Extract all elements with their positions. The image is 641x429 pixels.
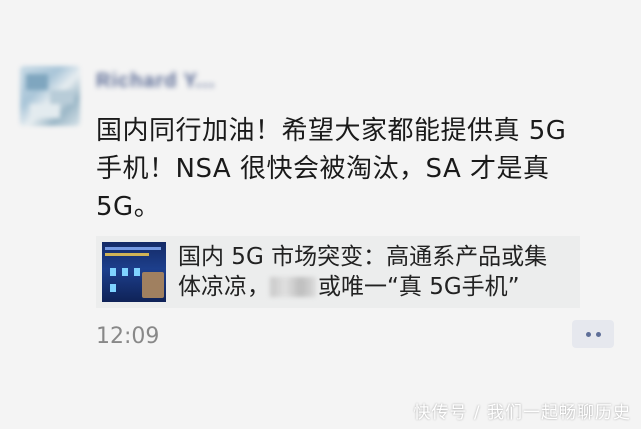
article-title-line: 国内 5G 市场突变：高通系产品或集 xyxy=(178,244,548,270)
redacted-text xyxy=(270,277,316,297)
post-text: 国内同行加油！希望大家都能提供真 5G 手机！NSA 很快会被淘汰，SA 才是真… xyxy=(96,112,596,226)
post-time: 12:09 xyxy=(96,324,160,349)
shared-article-card[interactable]: 国内 5G 市场突变：高通系产品或集 体凉凉， 或唯一“真 5G手机” xyxy=(96,236,580,308)
comment-like-button[interactable] xyxy=(572,320,614,348)
article-thumbnail xyxy=(102,242,166,302)
article-title-prefix: 体凉凉， xyxy=(178,274,270,300)
watermark: 快传号 / 我们一起畅聊历史 xyxy=(413,403,631,423)
post-text-line: 5G。 xyxy=(96,192,161,222)
avatar[interactable] xyxy=(20,66,80,126)
post-text-line: 国内同行加油！希望大家都能提供真 5G xyxy=(96,116,567,146)
article-title-line: 体凉凉， 或唯一“真 5G手机” xyxy=(178,272,578,302)
dot-icon xyxy=(585,331,591,337)
post-text-line: 手机！NSA 很快会被淘汰，SA 才是真 xyxy=(96,154,550,184)
article-title-suffix: 或唯一“真 5G手机” xyxy=(318,274,520,300)
username[interactable]: Richard Y... xyxy=(96,70,296,98)
moments-post: Richard Y... 国内同行加油！希望大家都能提供真 5G 手机！NSA … xyxy=(0,0,641,429)
dot-icon xyxy=(595,331,601,337)
article-title: 国内 5G 市场突变：高通系产品或集 体凉凉， 或唯一“真 5G手机” xyxy=(178,242,578,302)
